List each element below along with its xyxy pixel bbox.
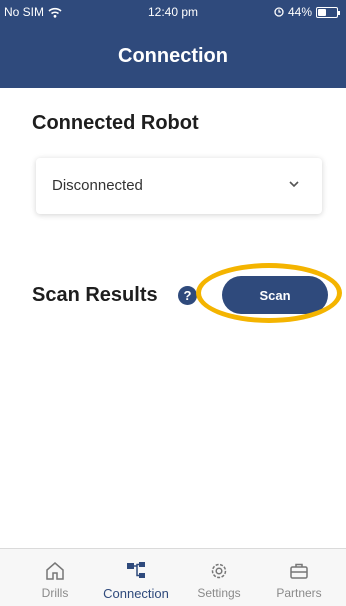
- connection-icon: [127, 562, 145, 578]
- tab-settings[interactable]: Settings: [179, 549, 259, 606]
- tab-drills-label: Drills: [41, 586, 69, 600]
- scan-button[interactable]: Scan: [222, 276, 328, 314]
- robot-select-dropdown[interactable]: Disconnected: [36, 158, 322, 214]
- gear-icon: [211, 563, 227, 579]
- tab-connection[interactable]: Connection: [96, 549, 176, 606]
- chevron-down-icon: [289, 181, 299, 188]
- tab-connection-label: Connection: [103, 586, 169, 601]
- status-bar: No SIM 12:40 pm 44%: [0, 0, 346, 22]
- tab-drills[interactable]: Drills: [15, 549, 95, 606]
- tab-partners-label: Partners: [276, 586, 322, 600]
- dropdown-selected-value: Disconnected: [52, 177, 143, 194]
- page-title: Connection: [118, 45, 228, 67]
- battery-percent: 44%: [287, 5, 312, 19]
- alarm-icon: [274, 7, 284, 17]
- battery-status: 44%: [274, 5, 340, 19]
- connected-robot-heading: Connected Robot: [32, 112, 199, 134]
- app-header: No SIM 12:40 pm 44% Connection: [0, 0, 346, 88]
- help-icon[interactable]: ?: [178, 286, 197, 305]
- tab-settings-label: Settings: [197, 586, 241, 600]
- bottom-tab-bar: Drills Connection Settings Partners: [0, 548, 346, 606]
- home-icon: [46, 562, 64, 580]
- battery-icon: [316, 6, 340, 18]
- scan-results-heading: Scan Results: [32, 284, 158, 306]
- tab-partners[interactable]: Partners: [259, 549, 339, 606]
- briefcase-icon: [290, 563, 308, 579]
